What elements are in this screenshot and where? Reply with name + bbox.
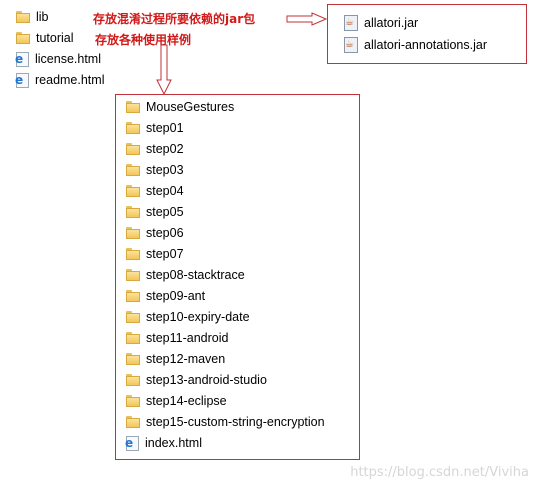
file-item-label: license.html: [35, 52, 101, 66]
file-item-label: index.html: [145, 436, 202, 450]
file-item-label: allatori.jar: [364, 16, 419, 30]
file-item-label: MouseGestures: [146, 100, 235, 114]
folder-icon: [126, 353, 140, 365]
tutorial-item-step03[interactable]: step03: [126, 161, 184, 179]
file-item-label: step05: [146, 205, 184, 219]
arrow-down-icon: [156, 44, 172, 96]
file-item-label: step06: [146, 226, 184, 240]
file-item-tutorial[interactable]: tutorial: [16, 29, 74, 47]
folder-icon: [126, 311, 140, 323]
tutorial-item-step01[interactable]: step01: [126, 119, 184, 137]
folder-icon: [126, 395, 140, 407]
folder-icon: [126, 269, 140, 281]
folder-icon: [126, 227, 140, 239]
file-item-label: readme.html: [35, 73, 105, 87]
tutorial-item-step13-android-studio[interactable]: step13-android-studio: [126, 371, 267, 389]
watermark: https://blog.csdn.net/Viviha: [350, 465, 529, 480]
file-item-license-html[interactable]: license.html: [15, 50, 101, 68]
tutorial-item-step11-android[interactable]: step11-android: [126, 329, 228, 347]
file-item-label: step08-stacktrace: [146, 268, 245, 282]
file-item-label: step02: [146, 142, 184, 156]
file-item-label: step11-android: [146, 331, 229, 345]
folder-icon: [126, 185, 140, 197]
tutorial-annotation: 存放各种使用样例: [95, 33, 192, 47]
lib-annotation: 存放混淆过程所要依赖的jar包: [93, 12, 256, 26]
folder-icon: [16, 11, 30, 23]
file-item-allatori-annotations-jar[interactable]: allatori-annotations.jar: [344, 36, 487, 54]
folder-icon: [126, 290, 140, 302]
file-item-label: tutorial: [36, 31, 74, 45]
file-item-label: step07: [146, 247, 184, 261]
tutorial-item-step15-custom-string-encryption[interactable]: step15-custom-string-encryption: [126, 413, 325, 431]
tutorial-item-step09-ant[interactable]: step09-ant: [126, 287, 205, 305]
folder-icon: [126, 374, 140, 386]
file-item-label: step15-custom-string-encryption: [146, 415, 325, 429]
folder-icon: [126, 164, 140, 176]
folder-icon: [126, 143, 140, 155]
file-item-lib[interactable]: lib: [16, 8, 49, 26]
tutorial-item-step12-maven[interactable]: step12-maven: [126, 350, 225, 368]
file-item-label: lib: [36, 10, 49, 24]
tutorial-item-mousegestures[interactable]: MouseGestures: [126, 98, 234, 116]
file-item-label: step14-eclipse: [146, 394, 227, 408]
jar-file-icon: [344, 37, 358, 53]
lib-contents-box: allatori.jar allatori-annotations.jar: [327, 4, 527, 64]
tutorial-item-step10-expiry-date[interactable]: step10-expiry-date: [126, 308, 250, 326]
tutorial-item-step05[interactable]: step05: [126, 203, 184, 221]
tutorial-item-step02[interactable]: step02: [126, 140, 184, 158]
html-file-icon: [15, 72, 29, 88]
html-file-icon: [125, 435, 139, 451]
tutorial-item-step04[interactable]: step04: [126, 182, 184, 200]
folder-icon: [126, 248, 140, 260]
folder-icon: [126, 122, 140, 134]
folder-icon: [126, 416, 140, 428]
file-item-label: step12-maven: [146, 352, 226, 366]
tutorial-contents-box: MouseGestures step01 step02 step03 step04 ste…: [115, 94, 360, 460]
folder-icon: [126, 332, 140, 344]
html-file-icon: [15, 51, 29, 67]
file-item-label: step04: [146, 184, 184, 198]
file-item-label: step13-android-studio: [146, 373, 267, 387]
folder-icon: [16, 32, 30, 44]
file-item-readme-html[interactable]: readme.html: [15, 71, 105, 89]
file-item-label: step09-ant: [146, 289, 206, 303]
arrow-right-icon: [286, 12, 328, 26]
tutorial-item-step07[interactable]: step07: [126, 245, 184, 263]
file-item-allatori-jar[interactable]: allatori.jar: [344, 14, 418, 32]
file-item-label: step10-expiry-date: [146, 310, 250, 324]
jar-file-icon: [344, 15, 358, 31]
folder-icon: [126, 101, 140, 113]
file-item-label: step01: [146, 121, 184, 135]
file-item-label: step03: [146, 163, 184, 177]
tutorial-item-index-html[interactable]: index.html: [125, 434, 202, 452]
file-item-label: allatori-annotations.jar: [364, 38, 487, 52]
folder-icon: [126, 206, 140, 218]
tutorial-item-step08-stacktrace[interactable]: step08-stacktrace: [126, 266, 245, 284]
tutorial-item-step06[interactable]: step06: [126, 224, 184, 242]
tutorial-item-step14-eclipse[interactable]: step14-eclipse: [126, 392, 227, 410]
